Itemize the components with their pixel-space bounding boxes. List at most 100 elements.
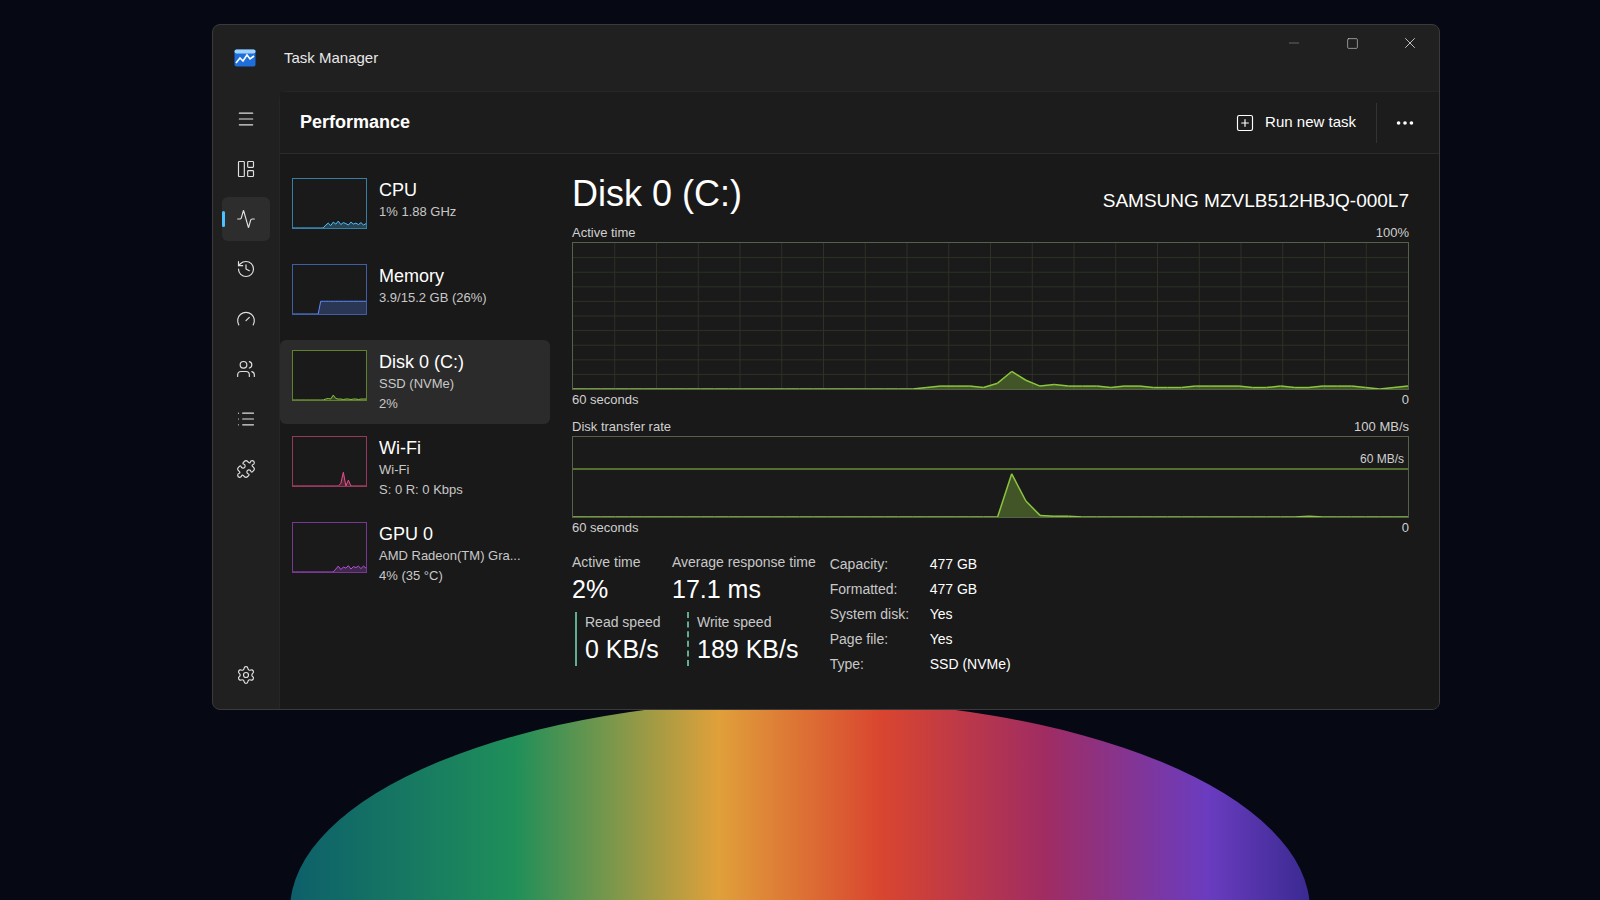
axis-start-label: 60 seconds (572, 519, 639, 537)
thumbnail-series (293, 301, 366, 314)
chart-segment (1054, 385, 1068, 386)
chart-segment (672, 388, 686, 389)
chart-segment (1210, 385, 1224, 387)
nav-item[interactable] (222, 347, 270, 391)
thumbnail-segment (351, 399, 354, 400)
grid-line (573, 359, 1408, 360)
chart-segment (983, 516, 997, 517)
chart-segment (573, 388, 587, 389)
detail-header: Disk 0 (C:)SAMSUNG MZVLB512HBJQ-000L7 (572, 172, 1409, 216)
grid-line (573, 316, 1408, 317)
history-icon (236, 259, 256, 279)
grid-line (573, 330, 1408, 331)
device-text: CPU1% 1.88 GHz (379, 178, 456, 222)
minimize-button[interactable] (1265, 25, 1323, 61)
speed-label: Write speed (697, 612, 798, 632)
thumbnail-segment (333, 395, 336, 398)
chart-segment (884, 516, 898, 517)
thumbnail-segment (321, 400, 324, 401)
window-title: Task Manager (284, 47, 378, 70)
chart-segment (729, 516, 743, 517)
thumbnail-segment (303, 572, 306, 573)
thumbnail-segment (348, 301, 351, 302)
chart-segment (1351, 386, 1365, 387)
chart-segment (1295, 387, 1309, 389)
thumbnail-segment (308, 314, 311, 315)
property-value: SSD (NVMe) (930, 652, 1011, 677)
thumbnail-segment (351, 486, 354, 487)
nav-item[interactable] (222, 397, 270, 441)
device-item[interactable]: Disk 0 (C:)SSD (NVMe)2% (280, 340, 550, 424)
nav-item[interactable] (222, 147, 270, 191)
property-value: 477 GB (930, 552, 1011, 577)
nav-item[interactable] (222, 247, 270, 291)
chart-segment (1097, 516, 1111, 517)
thumbnail-segment (343, 222, 346, 224)
chart-segment (1082, 516, 1096, 517)
settings-button[interactable] (222, 653, 270, 697)
nav-item[interactable] (222, 447, 270, 491)
thumbnail-segment (341, 399, 344, 400)
chart-segment (630, 388, 644, 389)
device-item[interactable]: GPU 0AMD Radeon(TM) Gra...4% (35 °C) (280, 512, 550, 596)
thumbnail-segment (346, 301, 349, 302)
chart-segment (1182, 386, 1196, 387)
chart-segment (743, 388, 757, 389)
nav-item[interactable] (222, 197, 270, 241)
device-item[interactable]: CPU1% 1.88 GHz (280, 168, 550, 252)
chart-segment (644, 516, 658, 517)
thumbnail-segment (311, 572, 314, 573)
chart-segment (856, 516, 870, 517)
run-new-task-label: Run new task (1265, 111, 1356, 134)
chart-segment (983, 383, 997, 387)
header-actions: Run new task (1223, 92, 1425, 153)
thumbnail-segment (348, 480, 351, 486)
thumbnail-segment (313, 228, 316, 229)
stat-value: 17.1 ms (672, 572, 816, 606)
more-button[interactable] (1385, 105, 1425, 141)
chart-segment (927, 516, 941, 517)
device-item[interactable]: Memory3.9/15.2 GB (26%) (280, 254, 550, 338)
maximize-button[interactable] (1323, 25, 1381, 61)
axis-end-label: 0 (1402, 391, 1409, 409)
performance-icon (236, 209, 256, 229)
thumbnail-segment (321, 486, 324, 487)
thumbnail-segment (358, 486, 361, 487)
thumbnail-segment (323, 486, 326, 487)
chart-segment (870, 388, 884, 389)
chart-segment (828, 516, 842, 517)
chart-segment (630, 516, 644, 517)
thumbnail-segment (333, 301, 336, 302)
nav-item[interactable] (222, 297, 270, 341)
property-label: Formatted: (830, 577, 930, 602)
chart-segment (1068, 385, 1082, 387)
thumbnail-segment (356, 223, 359, 224)
menu-button[interactable] (222, 97, 270, 141)
axis-start-label: 60 seconds (572, 391, 639, 409)
task-manager-logo-icon (234, 49, 256, 67)
chart-segment (1351, 516, 1365, 517)
chart-segment (1182, 516, 1196, 517)
thumbnail-series (293, 395, 366, 400)
chart-plot: 60 MB/s (572, 436, 1409, 518)
chart-segment (1125, 385, 1139, 387)
stat: Average response time17.1 ms (672, 552, 816, 606)
device-thumbnail (292, 264, 367, 315)
chart-segment (799, 516, 813, 517)
chart-segment (757, 388, 771, 389)
thumbnail-segment (298, 228, 301, 229)
thumbnail-segment (313, 314, 316, 315)
device-item[interactable]: Wi-FiWi-FiS: 0 R: 0 Kbps (280, 426, 550, 510)
detail-title: Disk 0 (C:) (572, 172, 742, 216)
device-text: Disk 0 (C:)SSD (NVMe)2% (379, 350, 464, 414)
thumbnail-area (293, 566, 366, 572)
device-thumbnail (292, 350, 367, 401)
close-button[interactable] (1381, 25, 1439, 61)
property-value: Yes (930, 627, 1011, 652)
window-body: PerformanceRun new taskCPU1% 1.88 GHzMem… (213, 91, 1439, 709)
chart-segment (601, 388, 615, 389)
thumbnail-segment (313, 486, 316, 487)
thumbnail-segment (336, 398, 339, 399)
thumbnail-segment (301, 314, 304, 315)
run-new-task-button[interactable]: Run new task (1223, 105, 1368, 140)
